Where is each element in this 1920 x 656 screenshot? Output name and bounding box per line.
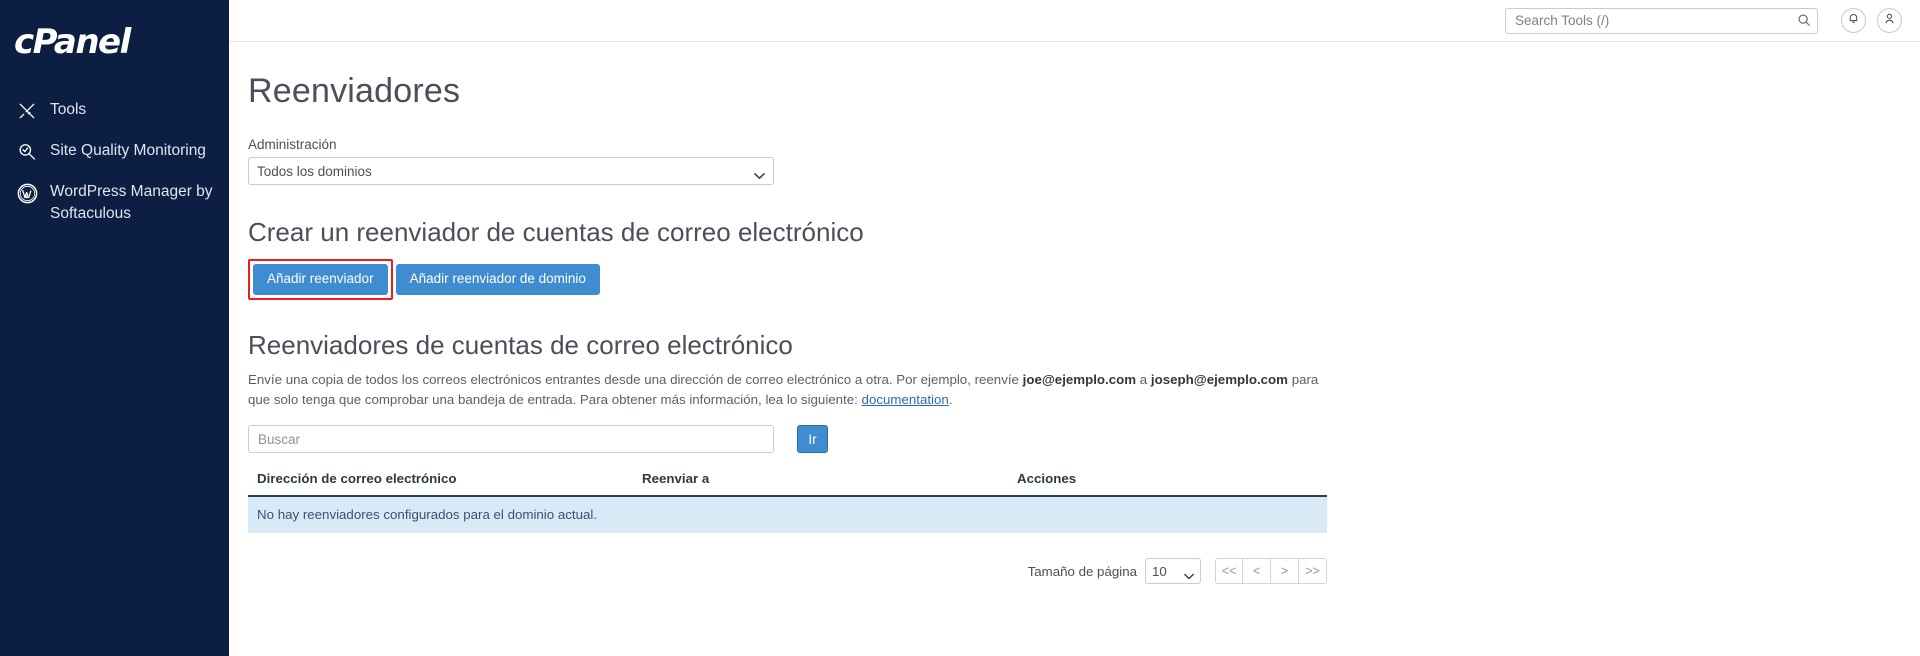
sidebar-item-label: WordPress Manager by Softaculous <box>50 183 213 222</box>
forwarders-search-input[interactable] <box>248 425 774 453</box>
pagination-bar: Tamaño de página 10 << < > >> <box>248 558 1327 584</box>
wordpress-icon <box>16 182 38 204</box>
table-body: No hay reenviadores configurados para el… <box>248 496 1327 533</box>
table-head: Dirección de correo electrónico Reenviar… <box>248 471 1327 497</box>
page-content: Reenviadores Administración Todos los do… <box>229 42 1920 656</box>
search-tools-wrapper <box>1505 7 1818 34</box>
sidebar: cPanel Tools Site Quality Monitoring Wor… <box>0 0 229 656</box>
topbar <box>229 0 1920 42</box>
account-button[interactable] <box>1877 8 1902 33</box>
add-forwarder-button[interactable]: Añadir reenviador <box>253 264 388 295</box>
next-page-button[interactable]: > <box>1271 558 1299 584</box>
last-page-button[interactable]: >> <box>1299 558 1327 584</box>
sidebar-item-label: Tools <box>50 101 87 118</box>
app-root: cPanel Tools Site Quality Monitoring Wor… <box>0 0 1920 656</box>
empty-state-message: No hay reenviadores configurados para el… <box>248 496 1327 533</box>
create-forwarder-heading: Crear un reenviador de cuentas de correo… <box>248 217 864 247</box>
tools-icon <box>16 100 38 122</box>
forwarders-table: Dirección de correo electrónico Reenviar… <box>248 471 1327 533</box>
add-domain-forwarder-button[interactable]: Añadir reenviador de dominio <box>395 264 600 295</box>
description-text-end: . <box>948 391 953 407</box>
sidebar-item-label: Site Quality Monitoring <box>50 142 206 159</box>
description-text-1: Envíe una copia de todos los correos ele… <box>248 372 1023 387</box>
go-button[interactable]: Ir <box>797 425 828 453</box>
sidebar-nav: Tools Site Quality Monitoring WordPress … <box>0 90 229 234</box>
page-size-select[interactable]: 10 <box>1145 558 1201 584</box>
sidebar-item-tools[interactable]: Tools <box>0 90 229 131</box>
forwarders-description: Envíe una copia de todos los correos ele… <box>248 370 1333 409</box>
magnifier-check-icon <box>16 141 38 163</box>
table-header-row: Dirección de correo electrónico Reenviar… <box>248 471 1327 497</box>
documentation-link[interactable]: documentation <box>862 392 949 407</box>
user-icon <box>1883 12 1896 30</box>
domain-select[interactable]: Todos los dominios <box>248 157 774 185</box>
cpanel-logo[interactable]: cPanel <box>0 16 229 72</box>
administration-label: Administración <box>248 137 337 152</box>
sidebar-item-site-quality-monitoring[interactable]: Site Quality Monitoring <box>0 131 229 172</box>
example-email-to: joseph@ejemplo.com <box>1150 372 1288 387</box>
forwarders-list-heading: Reenviadores de cuentas de correo electr… <box>248 330 793 360</box>
search-input[interactable] <box>1505 7 1818 34</box>
notifications-button[interactable] <box>1841 8 1866 33</box>
first-page-button[interactable]: << <box>1215 558 1243 584</box>
table-row-empty: No hay reenviadores configurados para el… <box>248 496 1327 533</box>
domain-select-wrapper: Todos los dominios <box>248 157 774 185</box>
column-header-email-address[interactable]: Dirección de correo electrónico <box>248 471 633 497</box>
highlight-box: Añadir reenviador <box>248 259 393 300</box>
pagination-buttons: << < > >> <box>1215 558 1327 584</box>
example-email-from: joe@ejemplo.com <box>1022 372 1137 387</box>
main-pane: Reenviadores Administración Todos los do… <box>229 0 1920 656</box>
description-text-2: a <box>1136 372 1151 387</box>
previous-page-button[interactable]: < <box>1243 558 1271 584</box>
page-size-label: Tamaño de página <box>1027 563 1137 579</box>
create-forwarder-buttons: Añadir reenviador Añadir reenviador de d… <box>248 259 1920 300</box>
column-header-actions[interactable]: Acciones <box>1008 471 1327 497</box>
column-header-forward-to[interactable]: Reenviar a <box>633 471 1008 497</box>
bell-icon <box>1847 12 1860 30</box>
page-size-wrapper: 10 <box>1145 558 1201 584</box>
sidebar-item-wordpress-manager[interactable]: WordPress Manager by Softaculous <box>0 172 229 234</box>
forwarders-search-row: Ir <box>248 425 1920 453</box>
page-title: Reenviadores <box>248 72 461 110</box>
